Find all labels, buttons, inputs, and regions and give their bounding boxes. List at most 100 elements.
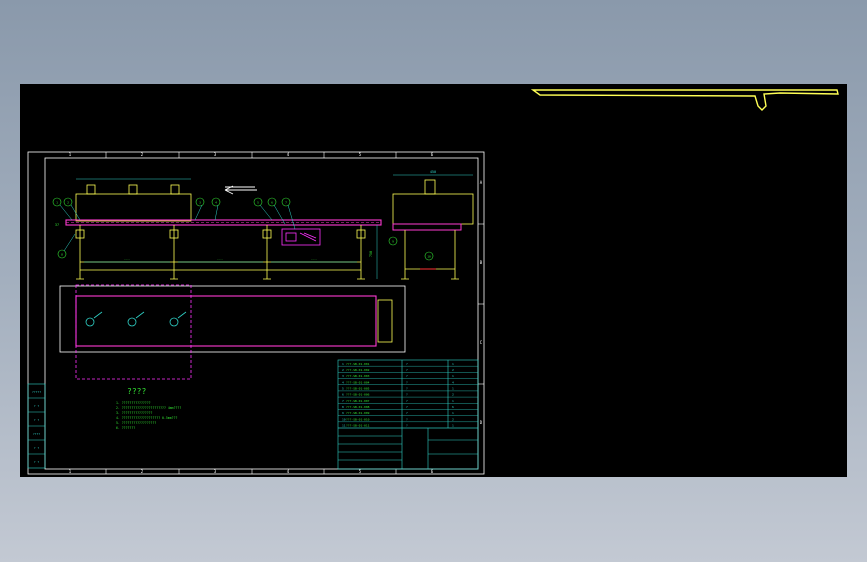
bom-cell: 4 [342,380,344,384]
zone-bottom-2: 2 [141,469,144,474]
callout-6[interactable]: 6 [267,197,277,207]
svg-text:5: 5 [257,201,259,205]
zone-side-a: A [480,180,483,185]
side-cell-2: ? ? [34,418,40,422]
bom-cell: ???-SB-01-006 [346,393,370,397]
bom-cell: ???-SB-01-001 [346,362,370,366]
side-cell-1: ? ? [34,404,40,408]
bom-cell: 4 [452,380,454,384]
zone-side-d: D [480,420,483,425]
svg-text:6: 6 [271,201,273,205]
callout-8[interactable]: 8 [57,249,67,259]
svg-text:7: 7 [285,201,287,205]
svg-text:2: 2 [67,201,69,205]
callout-10[interactable]: 10 [427,255,431,259]
bom-cell: ? [406,393,408,397]
note-4: 4. ???????????????????? 0.5mm??? [116,416,177,420]
steel-frame [75,225,366,279]
bom-cell: ???-SB-01-007 [346,399,370,403]
sheet-border [27,151,485,475]
zone-top-2: 2 [141,152,144,157]
bom-cell: 1 [452,399,454,403]
bom-cell: ? [406,424,408,428]
notes-heading: ???? [127,387,146,396]
zone-ticks [105,152,484,474]
bom-cell: ???-SB-01-009 [346,411,370,415]
bom-cell: 5 [342,387,344,391]
callout-7[interactable]: 7 [281,197,291,207]
stray-polyline[interactable] [530,89,839,111]
bom-cell: 2 [452,417,454,421]
side-cell-0: ????? [32,390,41,394]
part-callouts[interactable]: 1 2 3 4 5 6 7 8 [52,197,291,259]
bom-cell: ? [406,417,408,421]
direction-arrow-icon [224,185,257,195]
bom-cell: ???-SB-01-002 [346,368,370,372]
svg-text:---: --- [217,257,223,261]
zone-side-c: C [480,340,483,345]
bom-cell: ? [406,368,408,372]
bom-cell: 1 [452,362,454,366]
bom-cell: 1 [342,362,344,366]
zone-bottom-5: 5 [359,469,362,474]
callout-3[interactable]: 3 [195,197,205,207]
bom-cell: ???-SB-01-010 [346,417,370,421]
bom-cell: ???-SB-01-005 [346,387,370,391]
bom-cell: ? [406,387,408,391]
note-2: 2. ??????????????????????? 4mm???? [116,406,181,410]
note-1: 1. ??????????????? [116,401,151,405]
title-block[interactable]: 1 ???-SB-01-001? 12 ???-SB-01-002? 23 ???-SB-… [337,359,479,470]
dim-right: 758 [369,251,373,257]
svg-text:1: 1 [56,201,58,205]
zone-bottom-4: 4 [287,469,290,474]
bom-cell: ???-SB-01-004 [346,380,370,384]
bom-cell: ? [406,405,408,409]
svg-text:4: 4 [215,201,217,205]
dim-side-top: 450 [430,170,436,174]
bom-cell: 9 [342,411,344,415]
bom-cell: 2 [452,368,454,372]
zone-bottom-1: 1 [69,469,72,474]
bom-cell: 3 [342,374,344,378]
zone-side-b: B [480,260,483,265]
side-cell-4: ? ? [34,446,40,450]
bom-cell: ???-SB-01-011 [346,424,370,428]
callout-1[interactable]: 1 [52,197,62,207]
bom-cell: 8 [342,405,344,409]
callout-4[interactable]: 4 [211,197,221,207]
bom-cell: 7 [342,399,344,403]
svg-text:8: 8 [61,253,63,257]
bom-cell: 6 [452,405,454,409]
side-cell-3: ???? [33,432,40,436]
bom-cell: ???-SB-01-003 [346,374,370,378]
technical-notes: ???? 1. ??????????????? 2. ?????????????… [116,387,181,430]
svg-text:---: --- [311,257,317,261]
callout-5[interactable]: 5 [253,197,263,207]
cad-model-viewport[interactable]: 1 2 3 4 5 6 1 2 3 4 5 6 A B C D --- --- … [20,84,847,477]
bom-cell: 2 [452,393,454,397]
bom-cell: 1 [452,424,454,428]
zone-top-6: 6 [431,152,434,157]
dim-left: 37 [55,223,59,227]
zone-bottom-6: 6 [431,469,434,474]
svg-text:3: 3 [199,201,201,205]
note-6: 6. ??????? [116,426,135,430]
callout-2[interactable]: 2 [63,197,73,207]
zone-top-5: 5 [359,152,362,157]
bom-cell: ? [406,399,408,403]
callout-9[interactable]: 9 [392,240,394,244]
front-elevation-view[interactable]: --- --- --- 37 758 1 2 3 4 5 6 7 8 [52,178,382,280]
zone-top-4: 4 [287,152,290,157]
zone-top-1: 1 [69,152,72,157]
bom-cell: ? [406,362,408,366]
cad-drawing-canvas[interactable]: 1 2 3 4 5 6 1 2 3 4 5 6 A B C D --- --- … [20,84,847,477]
bom-cell: ? [406,380,408,384]
revision-side-table: ????? ? ? ? ? ???? ? ? ? ? [27,383,46,469]
bom-cell: ? [406,411,408,415]
drive-motor[interactable] [281,228,321,246]
bom-cell: ???-SB-01-008 [346,405,370,409]
side-elevation-view[interactable]: 450 9 10 [388,170,474,280]
side-cell-5: ? ? [34,460,40,464]
bom-cell: 1 [452,374,454,378]
bom-cell: 1 [452,387,454,391]
